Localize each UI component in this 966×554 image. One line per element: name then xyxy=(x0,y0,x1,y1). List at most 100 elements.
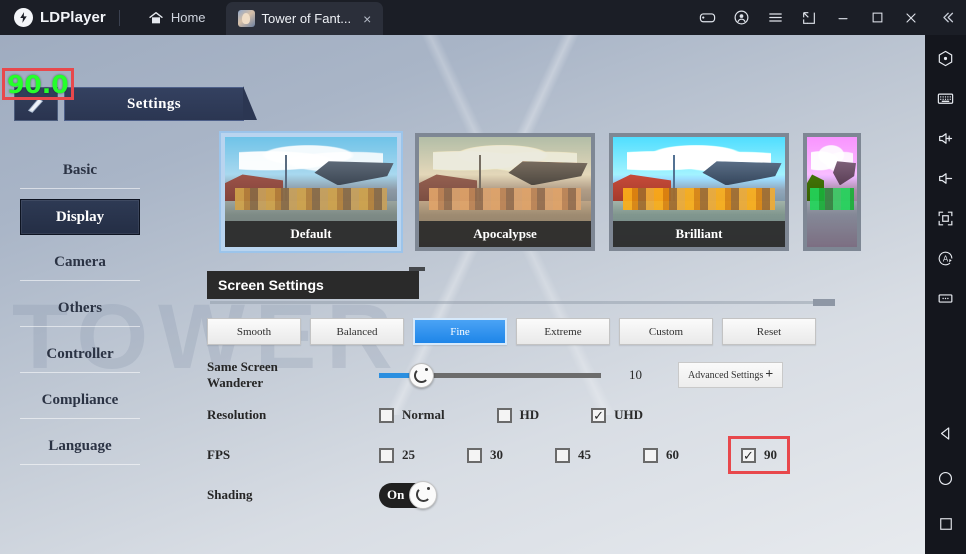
preview-default[interactable]: Default xyxy=(219,131,403,253)
preview-caption: Brilliant xyxy=(613,221,785,247)
settings-title: Settings xyxy=(126,95,182,112)
tab-game-label: Tower of Fant... xyxy=(261,11,352,26)
preset-preview-row: Default Apocalypse Brilliant xyxy=(219,131,861,253)
tab-home-label: Home xyxy=(170,10,206,25)
brand-name: LDPlayer xyxy=(40,9,106,26)
android-home-icon[interactable] xyxy=(925,456,966,501)
fps-option-25[interactable]: ✓ 25 xyxy=(379,447,415,463)
menu-item-label: Language xyxy=(48,438,112,454)
android-recents-icon[interactable] xyxy=(925,501,966,546)
preset-label: Reset xyxy=(756,325,782,338)
resolution-option-uhd[interactable]: ✓ UHD xyxy=(591,407,643,423)
fps-option-30[interactable]: ✓ 30 xyxy=(467,447,503,463)
fps-option-60[interactable]: ✓ 60 xyxy=(643,447,679,463)
menu-item-label: Controller xyxy=(46,346,114,362)
menu-item-controller[interactable]: Controller xyxy=(20,337,140,373)
option-label: 30 xyxy=(490,447,503,462)
volume-up-icon[interactable] xyxy=(925,118,966,158)
preview-image xyxy=(807,137,857,247)
game-viewport[interactable]: TOWER Settings Basic Display Camera xyxy=(0,35,925,554)
preview-caption: Apocalypse xyxy=(419,221,591,247)
fps-overlay-highlight xyxy=(2,68,74,100)
preset-smooth[interactable]: Smooth xyxy=(207,318,301,345)
fps-row: FPS ✓ 25 ✓ 30 ✓ 45 ✓ xyxy=(207,435,835,475)
settings-title-box: Settings xyxy=(64,86,257,121)
svg-text:A: A xyxy=(943,254,949,263)
option-label: 60 xyxy=(666,447,679,462)
record-icon[interactable] xyxy=(925,38,966,78)
auto-rotate-icon[interactable]: A xyxy=(925,238,966,278)
menu-item-label: Camera xyxy=(54,254,106,270)
menu-item-label: Basic xyxy=(62,162,98,178)
fps-option-45[interactable]: ✓ 45 xyxy=(555,447,591,463)
preset-buttons: Smooth Balanced Fine Extreme Custom Rese… xyxy=(207,310,835,345)
tab-close-icon[interactable]: × xyxy=(361,10,373,28)
preview-partial[interactable] xyxy=(803,133,861,251)
option-label: UHD xyxy=(614,407,643,422)
close-icon[interactable] xyxy=(894,0,928,35)
ldplayer-logo-icon xyxy=(14,8,33,27)
option-label: 45 xyxy=(578,447,591,462)
preset-label: Fine xyxy=(450,325,470,338)
maximize-icon[interactable] xyxy=(860,0,894,35)
preset-balanced[interactable]: Balanced xyxy=(310,318,404,345)
screen-settings-header: Screen Settings xyxy=(207,267,425,299)
collapse-sidebar-icon[interactable] xyxy=(928,0,966,35)
settings-menu: Basic Display Camera Others Controller C… xyxy=(20,153,140,475)
titlebar: LDPlayer Home Tower of Fant... × xyxy=(0,0,966,35)
fps-option-90[interactable]: ✓ 90 xyxy=(728,436,790,474)
account-icon[interactable] xyxy=(724,0,758,35)
advanced-settings-button[interactable]: Advanced Settings + xyxy=(678,362,784,388)
checkbox-unchecked-icon[interactable]: ✓ xyxy=(379,447,394,463)
menu-item-basic[interactable]: Basic xyxy=(20,153,140,189)
menu-item-compliance[interactable]: Compliance xyxy=(20,383,140,419)
slider-thumb[interactable] xyxy=(409,363,434,388)
menu-item-camera[interactable]: Camera xyxy=(20,245,140,281)
preview-apocalypse[interactable]: Apocalypse xyxy=(415,133,595,251)
checkbox-checked-icon[interactable]: ✓ xyxy=(591,407,607,423)
menu-icon[interactable] xyxy=(758,0,792,35)
fullscreen-icon[interactable] xyxy=(925,198,966,238)
checkbox-unchecked-icon[interactable]: ✓ xyxy=(496,407,512,423)
keyboard-icon[interactable] xyxy=(925,78,966,118)
gamepad-icon[interactable] xyxy=(690,0,724,35)
same-screen-wanderer-row: Same Screen Wanderer 10 Advanced Setting… xyxy=(207,355,835,395)
shading-toggle[interactable]: On xyxy=(379,480,437,509)
minimize-icon[interactable] xyxy=(826,0,860,35)
preview-caption: Default xyxy=(225,221,397,247)
android-back-icon[interactable] xyxy=(925,411,966,456)
same-screen-wanderer-slider[interactable] xyxy=(379,363,601,388)
right-toolbar-tools: A xyxy=(925,35,966,318)
menu-item-label: Compliance xyxy=(41,392,119,408)
checkbox-unchecked-icon[interactable]: ✓ xyxy=(379,407,394,423)
expand-icon[interactable] xyxy=(792,0,826,35)
tab-home[interactable]: Home xyxy=(132,0,224,35)
checkbox-unchecked-icon[interactable]: ✓ xyxy=(555,447,570,463)
resolution-row: Resolution ✓ Normal ✓ HD ✓ UHD xyxy=(207,395,835,435)
toggle-knob xyxy=(409,480,437,509)
tab-game[interactable]: Tower of Fant... × xyxy=(225,2,384,35)
menu-item-others[interactable]: Others xyxy=(20,291,140,327)
preset-reset[interactable]: Reset xyxy=(722,318,816,345)
checkbox-unchecked-icon[interactable]: ✓ xyxy=(643,447,658,463)
option-label: HD xyxy=(519,407,540,422)
shading-row: Shading On xyxy=(207,475,835,515)
preset-extreme[interactable]: Extreme xyxy=(516,318,610,345)
preset-custom[interactable]: Custom xyxy=(619,318,713,345)
preview-brilliant[interactable]: Brilliant xyxy=(609,133,789,251)
preset-fine[interactable]: Fine xyxy=(413,318,507,345)
option-label: 25 xyxy=(402,447,415,462)
menu-item-display[interactable]: Display xyxy=(20,199,140,235)
horizontal-scrollbar[interactable] xyxy=(210,299,835,306)
menu-item-language[interactable]: Language xyxy=(20,429,140,465)
menu-item-label: Others xyxy=(57,300,103,316)
resolution-option-hd[interactable]: ✓ HD xyxy=(496,407,540,423)
preset-label: Smooth xyxy=(236,325,272,338)
resolution-option-normal[interactable]: ✓ Normal xyxy=(379,407,445,423)
more-options-icon[interactable] xyxy=(925,278,966,318)
volume-down-icon[interactable] xyxy=(925,158,966,198)
checkbox-checked-icon[interactable]: ✓ xyxy=(741,447,756,463)
checkbox-unchecked-icon[interactable]: ✓ xyxy=(467,447,482,463)
screen-settings-title: Screen Settings xyxy=(218,277,324,293)
screen-settings-panel: Smooth Balanced Fine Extreme Custom Rese… xyxy=(207,310,835,550)
